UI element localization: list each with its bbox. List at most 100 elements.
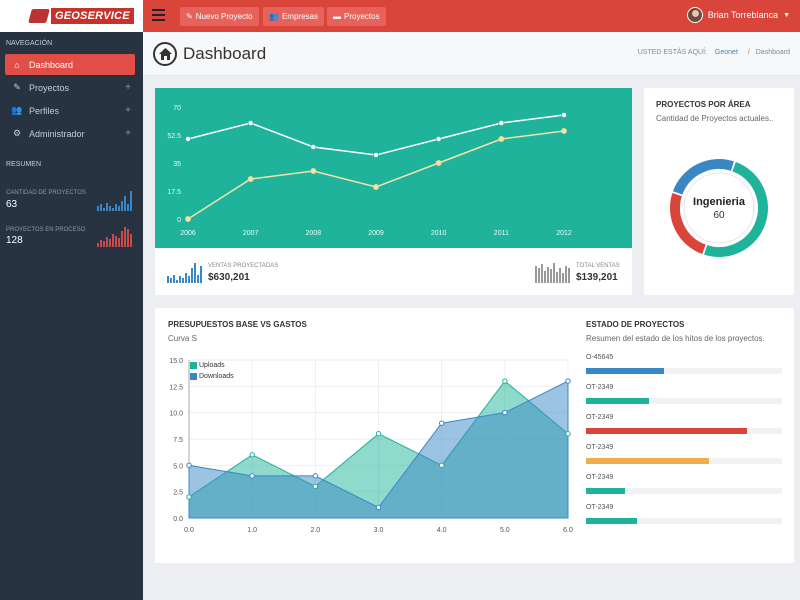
x-tick-label: 2010	[431, 230, 447, 237]
series-point	[185, 136, 191, 142]
area-point	[186, 462, 192, 469]
breadcrumb: USTED ESTÁS AQUÍ: Geonet / Dashboard	[638, 49, 790, 56]
edit-icon: ✎	[186, 12, 193, 21]
progress-fill	[586, 398, 649, 404]
sparkline-bar	[568, 268, 570, 283]
page-title: Dashboard	[183, 44, 267, 63]
progress-track	[586, 488, 782, 494]
sales-summary: VENTAS PROYECTADAS $630,201 TOTAL VENTAS…	[155, 248, 632, 295]
donut-center-value: 60	[713, 210, 725, 221]
sparkline-bar	[550, 269, 552, 283]
sidebar-item-administrador[interactable]: ⚙ Administrador +	[5, 123, 135, 144]
donut-slice	[672, 159, 734, 195]
sparkline-bar	[167, 276, 169, 283]
series-line	[187, 114, 565, 156]
stat-label: PROYECTOS EN PROCESO	[6, 227, 86, 233]
user-menu[interactable]: Brian Torreblanca ▼	[686, 7, 790, 23]
status-item-label: OT-2349	[586, 504, 614, 511]
breadcrumb-separator: /	[747, 49, 750, 56]
series-point	[185, 216, 191, 222]
chart-legend: Uploads Downloads	[190, 362, 234, 384]
sidebar-item-dashboard[interactable]: ⌂ Dashboard	[5, 54, 135, 75]
avatar	[686, 7, 703, 23]
y-tick-label: 35	[173, 161, 181, 168]
sales-line-chart: 0 17.5 35 52.5 70 2006 2007 2008 2009 2010 2011 201…	[167, 105, 572, 237]
projected-sales-label: VENTAS PROYECTADAS	[208, 263, 279, 269]
sparkline-bar	[112, 233, 114, 247]
sparkline-bar	[115, 235, 117, 247]
summary-heading: RESUMEN	[6, 161, 42, 168]
status-title: ESTADO DE PROYECTOS	[586, 320, 685, 329]
series-point	[310, 144, 317, 150]
sparkline-bar	[106, 202, 108, 211]
sparkline-bar	[97, 206, 99, 211]
breadcrumb-colon: :	[705, 49, 707, 56]
sparkline-bar	[200, 266, 202, 283]
sparkline-bar	[535, 265, 537, 283]
sparkline-bar	[109, 239, 111, 247]
y-tick-label: 12.5	[169, 384, 183, 391]
sparkline-bar	[173, 274, 175, 283]
sparkline-bar	[541, 264, 543, 283]
sidebar-item-label: Perfiles	[29, 105, 60, 116]
folder-icon: ▬	[333, 12, 341, 21]
sparkline-bar	[182, 278, 184, 283]
sparkline-bar	[103, 207, 105, 211]
menu-toggle-icon[interactable]	[152, 9, 165, 22]
x-tick-label: 2009	[368, 230, 384, 237]
x-tick-label: 2011	[494, 230, 509, 237]
companies-button[interactable]: 👥 Empresas	[263, 7, 324, 26]
new-project-button[interactable]: ✎ Nuevo Proyecto	[180, 7, 259, 26]
series-point	[247, 176, 254, 182]
series-point	[561, 128, 567, 134]
y-tick-label: 52.5	[167, 133, 181, 140]
y-tick-label: 10.0	[169, 411, 183, 418]
area-point	[502, 378, 508, 384]
status-item-label: OT-2349	[586, 384, 614, 391]
y-tick-label: 15.0	[169, 358, 183, 365]
sparkline-bar	[547, 266, 549, 283]
legend-label: Uploads	[199, 362, 225, 369]
legend-item-uploads: Uploads	[190, 362, 234, 369]
sparkline-bar	[179, 276, 181, 283]
breadcrumb-link[interactable]: Geonet	[715, 49, 738, 56]
sparkline-bar	[130, 191, 132, 211]
logo[interactable]: GEOSERVICE	[0, 0, 143, 32]
status-item-label: OT-2349	[586, 414, 614, 421]
x-tick-label: 5.0	[500, 527, 510, 534]
y-tick-label: 17.5	[167, 189, 181, 196]
x-tick-label: 4.0	[437, 527, 447, 534]
sidebar-item-proyectos[interactable]: ✎ Proyectos +	[5, 77, 135, 98]
sparkline-bar	[538, 268, 540, 283]
logo-mark-icon	[28, 9, 50, 23]
sidebar: NAVEGACIÓN ⌂ Dashboard ✎ Proyectos + 👥 P…	[0, 32, 143, 600]
x-tick-label: 2.0	[310, 527, 320, 534]
area-point	[565, 378, 571, 384]
legend-swatch	[190, 362, 197, 369]
sidebar-item-label: Dashboard	[29, 59, 74, 70]
sparkline-bar	[188, 276, 190, 283]
series-point	[247, 120, 254, 126]
area-point	[249, 452, 255, 458]
area-point	[186, 494, 192, 500]
sparkline-bar	[127, 229, 129, 247]
legend-label: Downloads	[199, 373, 234, 380]
sparkline-bar	[556, 271, 558, 283]
series-line	[187, 130, 565, 220]
budget-title: PRESUPUESTOS BASE VS GASTOS	[168, 320, 307, 329]
sparkline-bar	[194, 263, 196, 283]
sparkline-bar	[103, 241, 105, 247]
area-point	[502, 409, 508, 416]
status-subtitle: Resumen del estado de los hitos de los p…	[586, 334, 765, 343]
gear-icon: ⚙	[12, 128, 22, 138]
sparkline-bar	[553, 263, 555, 283]
sparkline-bar	[121, 231, 123, 247]
sparkline-bar	[112, 207, 114, 211]
sparkline-bar	[124, 196, 126, 211]
total-sales-label: TOTAL VENTAS	[576, 263, 620, 269]
projects-button[interactable]: ▬ Proyectos	[327, 7, 386, 26]
projects-count-sparkline	[97, 189, 132, 211]
breadcrumb-prefix: USTED ESTÁS AQUÍ	[637, 49, 706, 56]
x-tick-label: 2012	[556, 230, 572, 237]
sidebar-item-perfiles[interactable]: 👥 Perfiles +	[5, 100, 135, 121]
